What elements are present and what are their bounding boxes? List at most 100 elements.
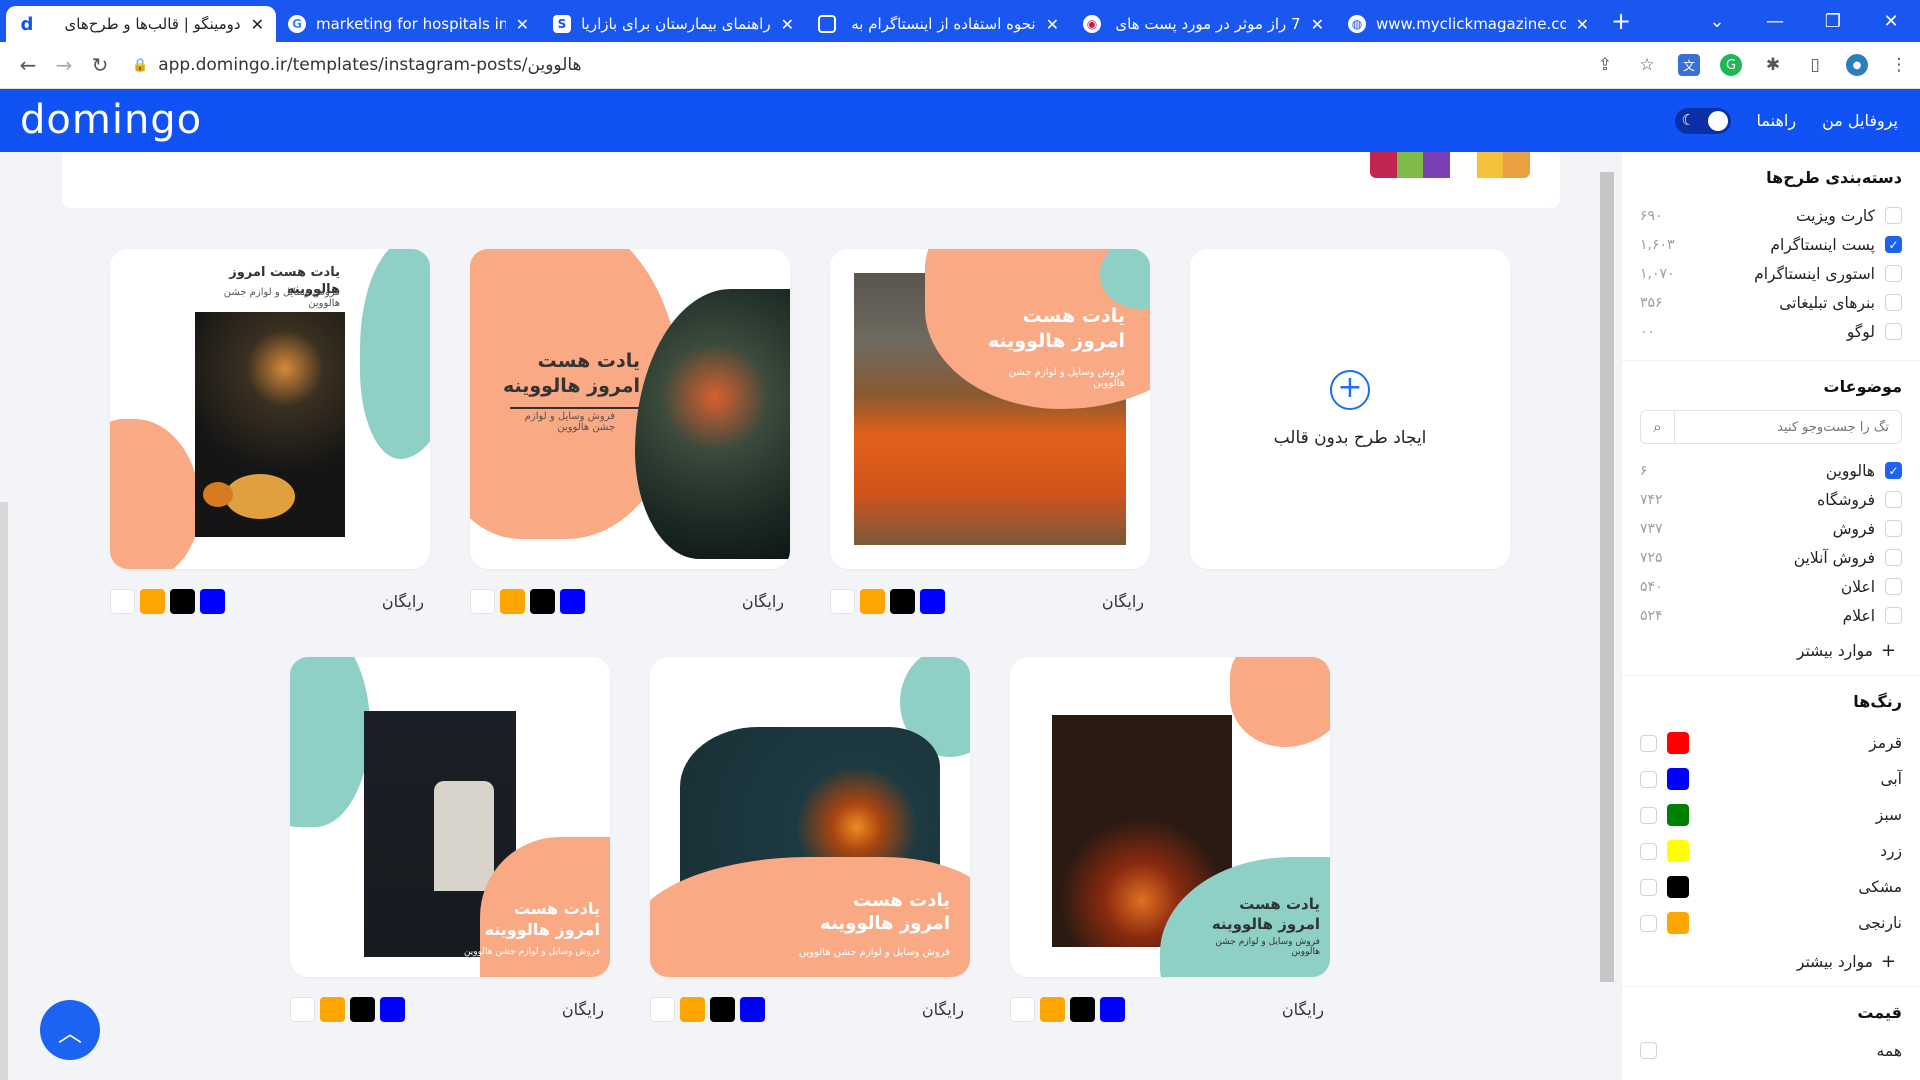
- checkbox-checked[interactable]: ✓: [1885, 462, 1902, 479]
- swatch-white[interactable]: [650, 996, 675, 1022]
- tab-myclickmagazine[interactable]: ◍ www.myclickmagazine.com ✕: [1336, 6, 1601, 42]
- tab-instagram-secrets[interactable]: ◉ 7 راز موثر در مورد پست های ✕: [1071, 6, 1336, 42]
- close-icon[interactable]: ✕: [1311, 15, 1324, 34]
- main-scrollbar[interactable]: [1598, 172, 1616, 1072]
- swatch-orange[interactable]: [500, 588, 525, 614]
- checkbox[interactable]: [1885, 323, 1902, 340]
- checkbox[interactable]: [1640, 1042, 1657, 1059]
- checkbox[interactable]: [1885, 294, 1902, 311]
- swatch-orange[interactable]: [320, 996, 345, 1022]
- swatch-black[interactable]: [350, 996, 375, 1022]
- colors-more-button[interactable]: + موارد بیشتر: [1640, 951, 1902, 972]
- tab-instagram-usage[interactable]: نحوه استفاده از اینستاگرام به ✕: [806, 6, 1071, 42]
- swatch-blue[interactable]: [1100, 996, 1125, 1022]
- topic-notification[interactable]: اعلان ۵۴۰: [1640, 572, 1902, 601]
- template-thumbnail[interactable]: یادت هست امروز هالووینه فروش وسایل و لواز…: [830, 249, 1150, 569]
- color-red[interactable]: قرمز: [1640, 725, 1902, 761]
- color-blue[interactable]: آبی: [1640, 761, 1902, 797]
- swatch-orange[interactable]: [860, 588, 885, 614]
- checkbox[interactable]: [1885, 607, 1902, 624]
- tab-marketing[interactable]: G marketing for hospitals in i ✕: [276, 6, 541, 42]
- new-tab-icon[interactable]: +: [1611, 7, 1631, 35]
- template-thumbnail[interactable]: یادت هست امروز هالووینه فروش وسایل و لواز…: [470, 249, 790, 569]
- reload-icon[interactable]: ↻: [82, 53, 118, 77]
- swatch-blue[interactable]: [740, 996, 765, 1022]
- swatch-white[interactable]: [110, 588, 135, 614]
- template-thumbnail[interactable]: یادت هست امروز هالووینه فروش وسایل و لواز…: [650, 657, 970, 977]
- category-instagram-story[interactable]: استوری اینستاگرام ۱,۰۷۰: [1640, 259, 1902, 288]
- menu-kebab-icon[interactable]: ⋮: [1888, 54, 1910, 76]
- forward-icon[interactable]: →: [46, 53, 82, 77]
- back-icon[interactable]: ←: [10, 53, 46, 77]
- topic-store[interactable]: فروشگاه ۷۴۲: [1640, 485, 1902, 514]
- template-card[interactable]: یادت هست امروز هالووینه فروش وسایل و لواز…: [830, 249, 1150, 621]
- template-card[interactable]: یادت هست امروز هالووینه فروش وسایل و لواز…: [650, 657, 970, 1029]
- scrollbar-thumb[interactable]: [1600, 172, 1614, 982]
- category-instagram-post[interactable]: ✓ پست اینستاگرام ۱,۶۰۳: [1640, 230, 1902, 259]
- nav-profile[interactable]: پروفایل من: [1822, 111, 1898, 130]
- color-green[interactable]: سبز: [1640, 797, 1902, 833]
- swatch-orange[interactable]: [140, 588, 165, 614]
- translate-extension-icon[interactable]: 文: [1678, 54, 1700, 76]
- checkbox[interactable]: [1640, 806, 1657, 824]
- template-card[interactable]: یادت هست امروز هالووینه فروش وسایل و لواز…: [1010, 657, 1330, 1029]
- close-icon[interactable]: ✕: [1576, 15, 1589, 34]
- color-orange[interactable]: نارنجی: [1640, 905, 1902, 941]
- close-icon[interactable]: ✕: [251, 15, 264, 34]
- domingo-logo[interactable]: domingo: [20, 97, 202, 143]
- template-thumbnail[interactable]: یادت هست امروز هالووینه فروش وسایل و لوا…: [110, 249, 430, 569]
- swatch-orange[interactable]: [680, 996, 705, 1022]
- swatch-white[interactable]: [1010, 996, 1035, 1022]
- swatch-black[interactable]: [170, 588, 195, 614]
- grammarly-extension-icon[interactable]: G: [1720, 54, 1742, 76]
- close-window-icon[interactable]: ✕: [1862, 0, 1920, 42]
- swatch-white[interactable]: [290, 996, 315, 1022]
- checkbox[interactable]: [1885, 207, 1902, 224]
- swatch-black[interactable]: [710, 996, 735, 1022]
- category-business-card[interactable]: کارت ویزیت ۶۹۰: [1640, 201, 1902, 230]
- checkbox[interactable]: [1885, 578, 1902, 595]
- topic-search-input[interactable]: [1675, 412, 1901, 442]
- left-scrollbar[interactable]: [0, 502, 8, 1080]
- template-thumbnail[interactable]: یادت هست امروز هالووینه فروش وسایل و لواز…: [290, 657, 610, 977]
- template-card[interactable]: یادت هست امروز هالووینه فروش وسایل و لواز…: [470, 249, 790, 621]
- swatch-black[interactable]: [530, 588, 555, 614]
- topic-announcement[interactable]: اعلام ۵۲۴: [1640, 601, 1902, 630]
- scroll-to-top-button[interactable]: ︿: [40, 1000, 100, 1060]
- create-blank-card[interactable]: + ایجاد طرح بدون قالب: [1190, 249, 1510, 569]
- color-yellow[interactable]: زرد: [1640, 833, 1902, 869]
- checkbox[interactable]: [1640, 878, 1657, 896]
- minimize-icon[interactable]: —: [1746, 0, 1804, 42]
- extensions-puzzle-icon[interactable]: ✱: [1762, 54, 1784, 76]
- checkbox[interactable]: [1640, 842, 1657, 860]
- topic-halloween[interactable]: ✓ هالووین ۶: [1640, 456, 1902, 485]
- checkbox[interactable]: [1885, 491, 1902, 508]
- side-panel-icon[interactable]: ▯: [1804, 54, 1826, 76]
- checkbox[interactable]: [1640, 914, 1657, 932]
- category-logo[interactable]: لوگو ۰۰: [1640, 317, 1902, 346]
- topics-more-button[interactable]: + موارد بیشتر: [1640, 640, 1902, 661]
- search-icon[interactable]: ⌕: [1641, 410, 1675, 444]
- checkbox[interactable]: [1640, 770, 1657, 788]
- category-ad-banners[interactable]: بنرهای تبلیغاتی ۳۵۶: [1640, 288, 1902, 317]
- dark-mode-toggle[interactable]: ☾: [1674, 107, 1731, 134]
- checkbox[interactable]: [1640, 734, 1657, 752]
- swatch-blue[interactable]: [380, 996, 405, 1022]
- template-card[interactable]: یادت هست امروز هالووینه فروش وسایل و لواز…: [290, 657, 610, 1029]
- close-icon[interactable]: ✕: [781, 15, 794, 34]
- checkbox-checked[interactable]: ✓: [1885, 236, 1902, 253]
- swatch-blue[interactable]: [560, 588, 585, 614]
- url-field[interactable]: 🔒 app.domingo.ir/templates/instagram-pos…: [132, 55, 582, 75]
- maximize-icon[interactable]: ❐: [1804, 0, 1862, 42]
- template-card[interactable]: یادت هست امروز هالووینه فروش وسایل و لوا…: [110, 249, 430, 621]
- swatch-white[interactable]: [830, 588, 855, 614]
- bookmark-star-icon[interactable]: ☆: [1636, 54, 1658, 76]
- close-icon[interactable]: ✕: [1046, 15, 1059, 34]
- topic-online-sale[interactable]: فروش آنلاین ۷۲۵: [1640, 543, 1902, 572]
- checkbox[interactable]: [1885, 520, 1902, 537]
- swatch-white[interactable]: [470, 588, 495, 614]
- template-thumbnail[interactable]: یادت هست امروز هالووینه فروش وسایل و لواز…: [1010, 657, 1330, 977]
- swatch-black[interactable]: [1070, 996, 1095, 1022]
- nav-help[interactable]: راهنما: [1757, 111, 1797, 130]
- share-icon[interactable]: ⇪: [1594, 54, 1616, 76]
